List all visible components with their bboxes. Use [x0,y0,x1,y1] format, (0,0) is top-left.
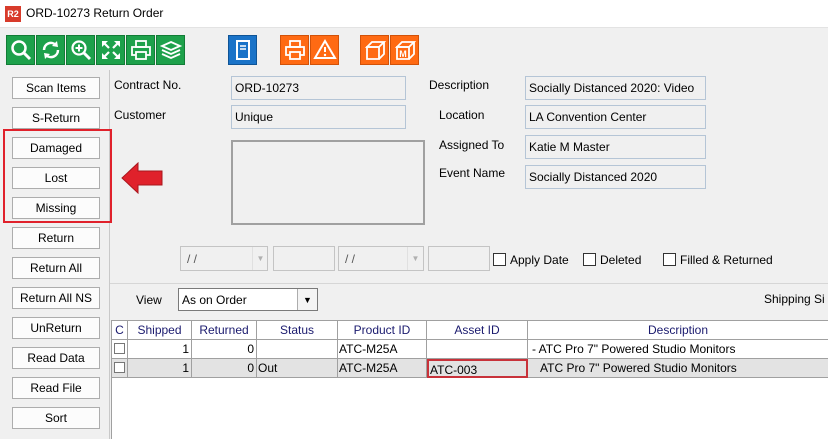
cell-asset-id-active[interactable]: ATC-003 [427,359,528,378]
zoom-in-icon [70,40,91,61]
shipping-label: Shipping Si [764,292,825,306]
column-header-status[interactable]: Status [257,321,338,340]
column-header-returned[interactable]: Returned [192,321,257,340]
return-all-ns-button[interactable]: Return All NS [12,287,100,309]
stack-button[interactable] [156,35,185,65]
assigned-field[interactable]: Katie M Master [525,135,706,159]
return-all-button[interactable]: Return All [12,257,100,279]
print-button[interactable] [126,35,155,65]
chevron-down-icon[interactable]: ▼ [297,289,317,310]
cell-shipped[interactable]: 1 [128,340,192,359]
row-selector[interactable] [112,340,128,359]
book-icon [235,40,250,60]
filled-returned-checkbox[interactable] [663,253,676,266]
expand-icon [101,41,120,59]
read-data-button[interactable]: Read Data [12,347,100,369]
chevron-down-icon[interactable]: ▼ [252,247,268,270]
location-field[interactable]: LA Convention Center [525,105,706,129]
cell-status[interactable]: Out [257,359,338,378]
divider [110,283,828,284]
deleted-label: Deleted [600,253,642,267]
expand-button[interactable] [96,35,125,65]
customer-label: Customer [114,108,167,122]
box-m-letter: M [399,49,407,59]
row-checkbox[interactable] [114,343,125,354]
box-icon [364,41,386,60]
column-header-c[interactable]: C [112,321,128,340]
box-m-button[interactable]: M [390,35,419,65]
search-icon [10,40,31,61]
scan-items-button[interactable]: Scan Items [12,77,100,99]
apply-date-checkbox[interactable] [493,253,506,266]
search-button[interactable] [6,35,35,65]
deleted-checkbox[interactable] [583,253,596,266]
time-to-field[interactable] [428,246,490,271]
highlight-box [3,129,112,223]
contract-label: Contract No. [114,78,182,92]
cell-returned[interactable]: 0 [192,340,257,359]
cell-description[interactable]: - ATC Pro 7" Powered Studio Monitors [528,340,828,359]
unreturn-button[interactable]: UnReturn [12,317,100,339]
description-label: Description [429,78,490,92]
chevron-down-icon[interactable]: ▼ [407,247,423,270]
cell-returned[interactable]: 0 [192,359,257,378]
view-label: View [136,293,162,307]
print-orange-button[interactable] [280,35,309,65]
sort-button[interactable]: Sort [12,407,100,429]
read-file-button[interactable]: Read File [12,377,100,399]
window-title: ORD-10273 Return Order [26,6,164,20]
column-header-shipped[interactable]: Shipped [128,321,192,340]
apply-date-label: Apply Date [510,253,569,267]
stack-icon [159,41,182,59]
zoom-in-button[interactable] [66,35,95,65]
cell-asset-id[interactable] [427,340,528,359]
contract-field[interactable]: ORD-10273 [231,76,406,100]
cell-product-id[interactable]: ATC-M25A [338,359,427,378]
column-header-asset-id[interactable]: Asset ID [427,321,528,340]
arrow-left-icon [121,162,163,194]
notes-box[interactable] [231,140,425,225]
row-checkbox[interactable] [114,362,125,373]
box-button[interactable] [360,35,389,65]
cell-shipped[interactable]: 1 [128,359,192,378]
view-select[interactable]: As on Order ▼ [178,288,318,311]
event-label: Event Name [439,166,506,180]
view-select-value: As on Order [182,293,247,307]
s-return-button[interactable]: S-Return [12,107,100,129]
book-button[interactable] [228,35,257,65]
assigned-label: Assigned To [439,138,505,152]
warning-icon [312,39,337,59]
cell-product-id[interactable]: ATC-M25A [338,340,427,359]
title-bar: R2 ORD-10273 Return Order [0,0,828,28]
refresh-icon [42,41,59,59]
description-field[interactable]: Socially Distanced 2020: Video [525,76,706,100]
filled-returned-label: Filled & Returned [680,253,773,267]
column-header-description[interactable]: Description [528,321,828,340]
cell-status[interactable] [257,340,338,359]
app-logo-icon: R2 [5,6,21,22]
box-m-icon: M [394,41,416,60]
event-field[interactable]: Socially Distanced 2020 [525,165,706,189]
print-icon [130,40,151,60]
items-grid: C Shipped Returned Status Product ID Ass… [111,320,828,439]
refresh-button[interactable] [36,35,65,65]
column-header-product-id[interactable]: Product ID [338,321,427,340]
return-button[interactable]: Return [12,227,100,249]
warning-button[interactable] [310,35,339,65]
print-icon [284,40,305,60]
row-selector[interactable] [112,359,128,378]
cell-description[interactable]: ATC Pro 7" Powered Studio Monitors [528,359,828,378]
location-label: Location [439,108,485,122]
time-from-field[interactable] [273,246,335,271]
customer-field[interactable]: Unique [231,105,406,129]
